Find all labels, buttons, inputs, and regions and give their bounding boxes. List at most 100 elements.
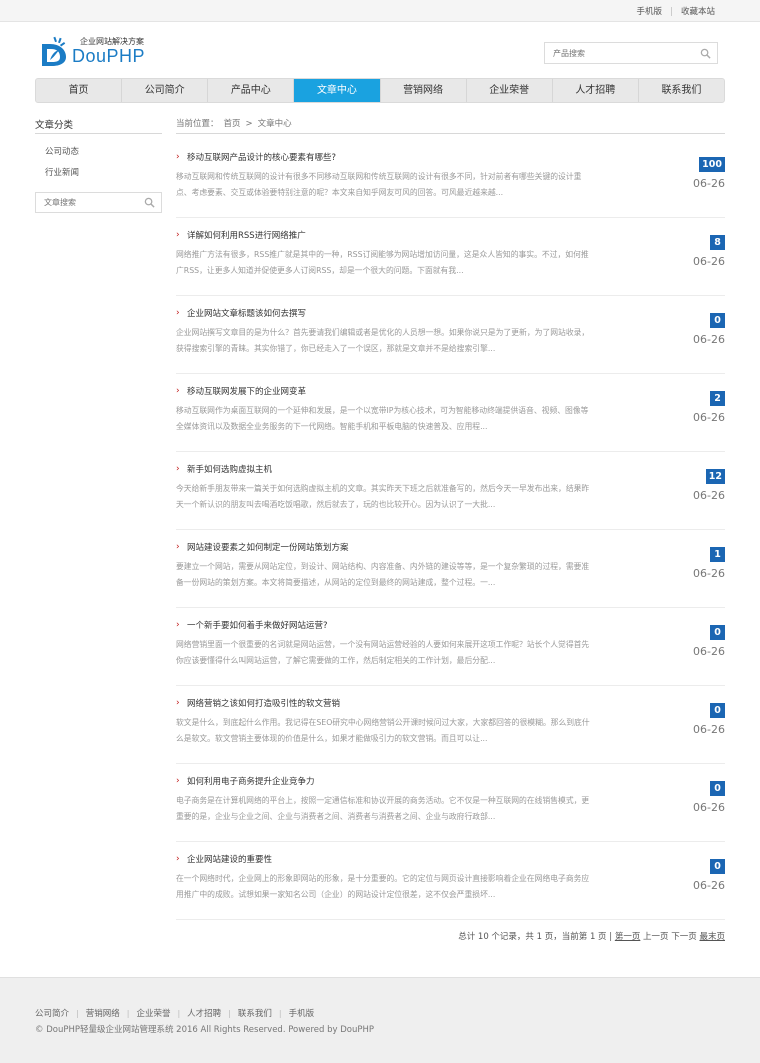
nav-item-about[interactable]: 公司简介 — [122, 79, 209, 102]
list-item: › 企业网站建设的重要性 在一个网络时代，企业网上的形象即网站的形象，是十分重要… — [176, 842, 725, 920]
next-page-link[interactable]: 下一页 — [671, 932, 697, 942]
list-item: › 网站建设要素之如何制定一份网站策划方案 要建立一个网站，需要从网站定位，到设… — [176, 530, 725, 608]
view-count-badge: 0 — [710, 313, 725, 328]
nav-item-network[interactable]: 营销网络 — [381, 79, 467, 102]
article-date: 06-26 — [693, 255, 725, 268]
view-count-badge: 0 — [710, 625, 725, 640]
article-date: 06-26 — [693, 411, 725, 424]
divider: | — [177, 1008, 181, 1018]
article-description: 要建立一个网站，需要从网站定位，到设计、网站结构、内容准备、内外链的建设等等，是… — [176, 562, 590, 587]
article-title[interactable]: 详解如何利用RSS进行网络推广 — [187, 229, 306, 241]
article-search-input[interactable] — [36, 193, 136, 212]
article-description: 在一个网络时代，企业网上的形象即网站的形象，是十分重要的。它的定位与网页设计直接… — [176, 874, 590, 899]
article-title[interactable]: 新手如何选购虚拟主机 — [187, 463, 272, 475]
chevron-right-icon: › — [176, 620, 180, 630]
breadcrumb-prefix: 当前位置： — [176, 119, 219, 129]
view-count-badge: 1 — [710, 547, 725, 562]
divider: | — [228, 1008, 231, 1018]
view-count-badge: 100 — [699, 157, 725, 172]
article-description: 企业网站撰写文章目的是为什么？首先要请我们编辑或者是优化的人员想一想。如果你说只… — [176, 328, 590, 353]
article-title[interactable]: 一个新手要如何着手来做好网站运营? — [187, 619, 328, 631]
list-item: › 新手如何选购虚拟主机 今天给新手朋友带来一篇关于如何选购虚拟主机的文章。其实… — [176, 452, 725, 530]
article-description: 网络营销里面一个很重要的名词就是网站运营，一个没有网站运营经验的人要如何来展开这… — [176, 640, 590, 665]
mobile-version-link[interactable]: 手机版 — [627, 5, 671, 17]
chevron-right-icon: › — [176, 386, 180, 396]
list-item: › 如何利用电子商务提升企业竞争力 电子商务是在计算机网络的平台上，按照一定通信… — [176, 764, 725, 842]
footer-link-contact[interactable]: 联系我们 — [238, 1007, 272, 1019]
first-page-link[interactable]: 第一页 — [615, 932, 641, 942]
breadcrumb-home[interactable]: 首页 — [224, 119, 241, 129]
view-count-badge: 0 — [710, 781, 725, 796]
divider — [176, 133, 725, 134]
article-description: 移动互联网作为桌面互联网的一个延伸和发展，是一个以宽带IP为核心技术，可为智能移… — [176, 406, 589, 431]
article-date: 06-26 — [693, 645, 725, 658]
product-search-input[interactable] — [545, 43, 685, 63]
chevron-right-icon: › — [176, 542, 180, 552]
top-links: 手机版 收藏本站 — [627, 0, 724, 22]
article-title[interactable]: 移动互联网发展下的企业网变革 — [187, 385, 306, 397]
article-title[interactable]: 企业网站文章标题该如何去撰写 — [187, 307, 306, 319]
footer-links: 公司简介 | 营销网络 | 企业荣誉 | 人才招聘 | 联系我们 | 手机版 — [35, 1007, 315, 1020]
breadcrumb: 当前位置： 首页 > 文章中心 — [176, 117, 297, 129]
article-search — [35, 192, 162, 213]
footer: 公司简介 | 营销网络 | 企业荣誉 | 人才招聘 | 联系我们 | 手机版 ©… — [0, 977, 760, 1063]
footer-link-jobs[interactable]: 人才招聘 — [187, 1007, 221, 1019]
nav-item-contact[interactable]: 联系我们 — [639, 79, 724, 102]
list-item: › 移动互联网产品设计的核心要素有哪些? 移动互联网和传统互联网的设计有很多不同… — [176, 140, 725, 218]
top-bar: 手机版 收藏本站 — [0, 0, 760, 22]
view-count-badge: 0 — [710, 859, 725, 874]
view-count-badge: 12 — [705, 469, 725, 484]
article-date: 06-26 — [693, 489, 725, 502]
article-date: 06-26 — [693, 801, 725, 814]
article-title[interactable]: 网络营销之该如何打造吸引性的软文营销 — [187, 697, 340, 709]
divider — [35, 133, 162, 134]
footer-link-honors[interactable]: 企业荣誉 — [136, 1007, 170, 1019]
nav-item-products[interactable]: 产品中心 — [208, 79, 295, 102]
nav-item-home[interactable]: 首页 — [36, 79, 123, 102]
list-item: › 一个新手要如何着手来做好网站运营? 网络营销里面一个很重要的名词就是网站运营… — [176, 608, 725, 686]
chevron-right-icon: › — [176, 854, 180, 864]
list-item: › 详解如何利用RSS进行网络推广 网络推广方法有很多，RSS推广就是其中的一种… — [176, 218, 725, 296]
chevron-right-icon: › — [176, 698, 180, 708]
copyright: © DouPHP轻量级企业网站管理系统 2016 All Rights Rese… — [35, 1025, 374, 1035]
article-date: 06-26 — [693, 723, 725, 736]
footer-link-about[interactable]: 公司简介 — [35, 1007, 69, 1019]
nav-item-jobs[interactable]: 人才招聘 — [553, 79, 639, 102]
article-title[interactable]: 网站建设要素之如何制定一份网站策划方案 — [187, 541, 349, 553]
prev-page-link[interactable]: 上一页 — [643, 932, 669, 942]
footer-link-network[interactable]: 营销网络 — [86, 1007, 120, 1019]
search-icon[interactable] — [144, 197, 155, 208]
breadcrumb-current: 文章中心 — [257, 119, 292, 129]
logo[interactable]: 企业网站解决方案 DouPHP — [40, 32, 190, 72]
logo-leaf-icon — [42, 36, 66, 66]
search-icon[interactable] — [700, 48, 711, 59]
chevron-right-icon: › — [176, 464, 180, 474]
breadcrumb-separator: > — [245, 119, 253, 129]
category-list: 公司动态 行业新闻 — [45, 145, 79, 187]
sidebar-title: 文章分类 — [35, 120, 74, 131]
article-description: 移动互联网和传统互联网的设计有很多不同移动互联网和传统互联网的设计有很多不同，针… — [176, 172, 582, 197]
last-page-link[interactable]: 最末页 — [699, 932, 725, 942]
view-count-badge: 2 — [710, 391, 725, 406]
article-title[interactable]: 企业网站建设的重要性 — [187, 853, 272, 865]
view-count-badge: 0 — [710, 703, 725, 718]
product-search — [544, 42, 718, 64]
article-title[interactable]: 如何利用电子商务提升企业竞争力 — [187, 775, 315, 787]
sidebar-item-company-news[interactable]: 公司动态 — [45, 145, 79, 166]
chevron-right-icon: › — [176, 230, 180, 240]
bookmark-link[interactable]: 收藏本站 — [672, 5, 724, 17]
list-item: › 企业网站文章标题该如何去撰写 企业网站撰写文章目的是为什么？首先要请我们编辑… — [176, 296, 725, 374]
chevron-right-icon: › — [176, 776, 180, 786]
list-item: › 移动互联网发展下的企业网变革 移动互联网作为桌面互联网的一个延伸和发展，是一… — [176, 374, 725, 452]
article-date: 06-26 — [693, 177, 725, 190]
article-title[interactable]: 移动互联网产品设计的核心要素有哪些? — [187, 151, 336, 163]
sidebar-item-industry-news[interactable]: 行业新闻 — [45, 166, 79, 187]
list-item: › 网络营销之该如何打造吸引性的软文营销 软文是什么，到底起什么作用。我记得在S… — [176, 686, 725, 764]
view-count-badge: 8 — [710, 235, 725, 250]
article-date: 06-26 — [693, 879, 725, 892]
nav-item-honors[interactable]: 企业荣誉 — [467, 79, 553, 102]
nav-item-articles[interactable]: 文章中心 — [294, 79, 381, 102]
article-description: 软文是什么，到底起什么作用。我记得在SEO研究中心网络营销公开课时候问过大家，大… — [176, 718, 590, 743]
article-list: › 移动互联网产品设计的核心要素有哪些? 移动互联网和传统互联网的设计有很多不同… — [176, 140, 725, 920]
footer-link-mobile[interactable]: 手机版 — [289, 1007, 315, 1019]
